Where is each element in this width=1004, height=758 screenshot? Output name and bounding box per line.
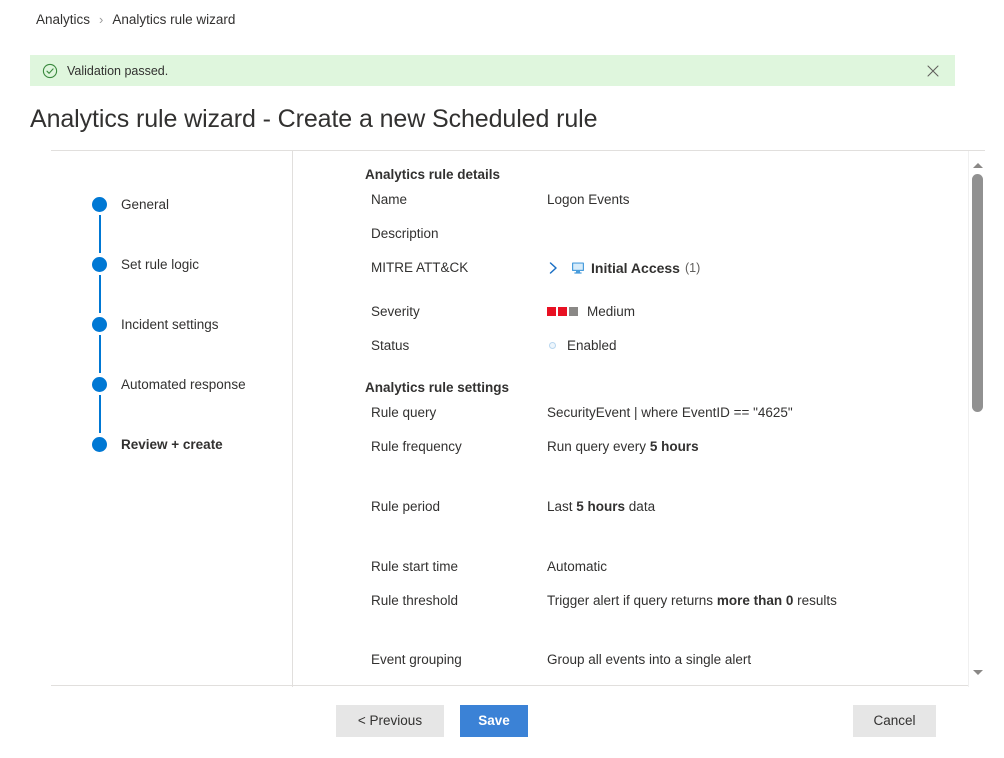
scrollbar-thumb[interactable] xyxy=(972,174,983,412)
field-value-rule-threshold: Trigger alert if query returns more than… xyxy=(547,593,837,608)
close-icon[interactable] xyxy=(924,62,942,80)
sidebar-item-label: Incident settings xyxy=(121,317,219,332)
sidebar-item-general[interactable]: General xyxy=(91,193,281,215)
field-label-name: Name xyxy=(293,192,547,207)
step-dot-icon xyxy=(92,197,107,212)
field-value-event-grouping: Group all events into a single alert xyxy=(547,652,751,667)
field-label-status: Status xyxy=(293,338,547,353)
sidebar-item-label: Review + create xyxy=(121,437,223,452)
field-value-name: Logon Events xyxy=(547,192,630,207)
breadcrumb: Analytics › Analytics rule wizard xyxy=(36,9,235,29)
table-row: Status Enabled xyxy=(293,338,985,358)
severity-indicator-icon xyxy=(547,307,578,316)
validation-banner-text: Validation passed. xyxy=(67,64,168,78)
table-row: Severity Medium xyxy=(293,304,985,324)
step-dot-icon xyxy=(92,317,107,332)
cancel-button[interactable]: Cancel xyxy=(853,705,936,737)
field-label-description: Description xyxy=(293,226,547,241)
field-label-suppression: Suppression xyxy=(293,686,547,687)
chevron-right-icon[interactable] xyxy=(547,260,560,276)
step-dot-icon xyxy=(92,377,107,392)
field-value-status: Enabled xyxy=(547,338,617,353)
field-value-suppression: Not configured xyxy=(547,686,635,687)
scroll-down-arrow-icon[interactable] xyxy=(969,664,985,681)
section-heading-rule-settings: Analytics rule settings xyxy=(293,380,985,395)
sidebar-item-incident-settings[interactable]: Incident settings xyxy=(91,313,281,335)
field-value-rule-frequency: Run query every 5 hours xyxy=(547,439,699,454)
table-row: Rule threshold Trigger alert if query re… xyxy=(293,593,985,613)
table-row: Name Logon Events xyxy=(293,192,985,212)
previous-button[interactable]: < Previous xyxy=(336,705,444,737)
table-row: Rule start time Automatic xyxy=(293,559,985,579)
review-content: Analytics rule details Name Logon Events… xyxy=(293,151,985,687)
breadcrumb-separator-icon: › xyxy=(99,13,103,26)
table-row: Event grouping Group all events into a s… xyxy=(293,652,985,672)
step-connector xyxy=(99,395,101,433)
monitor-icon xyxy=(571,261,585,275)
sidebar-item-label: Set rule logic xyxy=(121,257,199,272)
table-row: Rule period Last 5 hours data xyxy=(293,499,985,519)
field-label-rule-period: Rule period xyxy=(293,499,547,514)
mitre-tactic-label: Initial Access xyxy=(591,260,680,276)
mitre-tactic-count: (1) xyxy=(685,261,700,275)
table-row: Rule query SecurityEvent | where EventID… xyxy=(293,405,985,425)
validation-banner: Validation passed. xyxy=(30,55,955,86)
section-heading-rule-details: Analytics rule details xyxy=(293,167,985,182)
field-label-rule-start-time: Rule start time xyxy=(293,559,547,574)
field-label-rule-frequency: Rule frequency xyxy=(293,439,547,454)
scroll-up-arrow-icon[interactable] xyxy=(969,157,985,174)
step-dot-icon xyxy=(92,257,107,272)
wizard-panel: General Set rule logic Incident settings… xyxy=(51,150,985,686)
wizard-stepper: General Set rule logic Incident settings… xyxy=(91,193,281,455)
rule-threshold-prefix: Trigger alert if query returns xyxy=(547,593,717,608)
field-value-rule-query: SecurityEvent | where EventID == "4625" xyxy=(547,405,793,420)
sidebar-item-automated-response[interactable]: Automated response xyxy=(91,373,281,395)
save-button[interactable]: Save xyxy=(460,705,528,737)
field-value-rule-period: Last 5 hours data xyxy=(547,499,655,514)
rule-threshold-bold: more than 0 xyxy=(717,593,794,608)
sidebar-item-label: General xyxy=(121,197,169,212)
rule-frequency-prefix: Run query every xyxy=(547,439,650,454)
field-label-rule-threshold: Rule threshold xyxy=(293,593,547,608)
status-label: Enabled xyxy=(567,338,617,353)
field-value-severity: Medium xyxy=(547,304,635,319)
field-label-event-grouping: Event grouping xyxy=(293,652,547,667)
rule-period-prefix: Last xyxy=(547,499,576,514)
analytics-rule-wizard-page: Analytics › Analytics rule wizard Valida… xyxy=(0,0,1004,758)
table-row: Rule frequency Run query every 5 hours xyxy=(293,439,985,459)
vertical-scrollbar[interactable] xyxy=(968,151,985,687)
sidebar-item-review-create[interactable]: Review + create xyxy=(91,433,281,455)
field-value-mitre-attack: Initial Access (1) xyxy=(547,260,700,276)
rule-period-bold: 5 hours xyxy=(576,499,625,514)
field-value-rule-start-time: Automatic xyxy=(547,559,607,574)
rule-period-suffix: data xyxy=(625,499,655,514)
status-circle-icon xyxy=(549,342,556,349)
table-row: Suppression Not configured xyxy=(293,686,985,687)
step-connector xyxy=(99,275,101,313)
page-title: Analytics rule wizard - Create a new Sch… xyxy=(30,105,597,134)
step-dot-icon xyxy=(92,437,107,452)
check-circle-icon xyxy=(42,63,58,79)
breadcrumb-item-analytics[interactable]: Analytics xyxy=(36,12,90,27)
rule-frequency-bold: 5 hours xyxy=(650,439,699,454)
step-connector xyxy=(99,335,101,373)
field-label-rule-query: Rule query xyxy=(293,405,547,420)
sidebar-item-label: Automated response xyxy=(121,377,246,392)
breadcrumb-item-current[interactable]: Analytics rule wizard xyxy=(112,12,235,27)
step-connector xyxy=(99,215,101,253)
field-label-mitre-attack: MITRE ATT&CK xyxy=(293,260,547,275)
severity-label: Medium xyxy=(587,304,635,319)
field-label-severity: Severity xyxy=(293,304,547,319)
wizard-footer: < Previous Save Cancel xyxy=(0,705,1004,758)
table-row: MITRE ATT&CK xyxy=(293,260,985,280)
table-row: Description xyxy=(293,226,985,246)
rule-threshold-suffix: results xyxy=(793,593,837,608)
sidebar-item-set-rule-logic[interactable]: Set rule logic xyxy=(91,253,281,275)
